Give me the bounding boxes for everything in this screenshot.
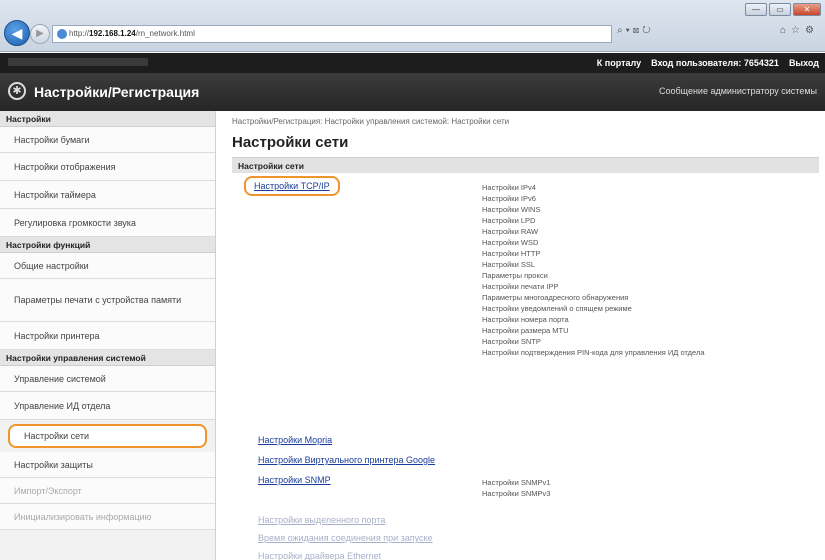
- snmp-settings-link[interactable]: Настройки SNMP: [258, 475, 331, 485]
- list-item: Настройки WINS: [482, 205, 541, 214]
- sidebar-item-system-management[interactable]: Управление системой: [0, 366, 215, 392]
- back-arrow-icon[interactable]: ◀: [4, 20, 30, 46]
- sidebar: Настройки Настройки бумаги Настройки ото…: [0, 111, 216, 560]
- list-item: Настройки печати IPP: [482, 282, 559, 291]
- sidebar-group-settings: Настройки: [0, 111, 215, 127]
- list-item: Параметры прокси: [482, 271, 548, 280]
- address-tools[interactable]: ⌕▾⊠↻: [617, 25, 654, 36]
- list-item: Параметры многоадресного обнаружения: [482, 293, 629, 302]
- forward-arrow-icon[interactable]: ▶: [30, 24, 50, 44]
- globe-icon: [57, 29, 67, 39]
- ethernet-driver-link[interactable]: Настройки драйвера Ethernet: [258, 551, 381, 560]
- list-item: Настройки SNMPv1: [482, 478, 551, 487]
- list-item: Настройки уведомлений о спящем режиме: [482, 304, 632, 313]
- tcpip-settings-link[interactable]: Настройки TCP/IP: [244, 176, 340, 196]
- list-item: Настройки подтверждения PIN-кода для упр…: [482, 348, 705, 357]
- app-top-bar: К порталу Вход пользователя: 7654321 Вых…: [0, 53, 825, 73]
- sidebar-item-network[interactable]: Настройки сети: [8, 424, 207, 448]
- sidebar-item-memory-print[interactable]: Параметры печати с устройства памяти: [0, 279, 215, 322]
- list-item: Настройки номера порта: [482, 315, 569, 324]
- window-controls: — ▭ ✕: [745, 3, 821, 16]
- page-title: Настройки сети: [232, 134, 349, 151]
- list-item: Настройки WSD: [482, 238, 539, 247]
- minimize-button[interactable]: —: [745, 3, 767, 16]
- list-item: Настройки IPv6: [482, 194, 536, 203]
- sidebar-item-display[interactable]: Настройки отображения: [0, 153, 215, 181]
- google-cloud-print-link[interactable]: Настройки Виртуального принтера Google: [258, 455, 435, 465]
- mopria-settings-link[interactable]: Настройки Mopria: [258, 435, 332, 445]
- main-content: Настройки/Регистрация: Настройки управле…: [216, 111, 825, 560]
- admin-message-link[interactable]: Сообщение администратору системы: [659, 86, 817, 96]
- app-title: Настройки/Регистрация: [34, 84, 200, 100]
- maximize-button[interactable]: ▭: [769, 3, 791, 16]
- device-name-blurred: [8, 58, 148, 66]
- list-item: Настройки HTTP: [482, 249, 541, 258]
- url-host: 192.168.1.24: [89, 29, 136, 38]
- address-bar[interactable]: http://192.168.1.24/rn_network.html: [52, 25, 612, 43]
- section-header: Настройки сети: [232, 157, 819, 173]
- list-item: Настройки размера MTU: [482, 326, 569, 335]
- sidebar-item-timer[interactable]: Настройки таймера: [0, 181, 215, 209]
- sidebar-item-common[interactable]: Общие настройки: [0, 253, 215, 279]
- sidebar-item-import-export[interactable]: Импорт/Экспорт: [0, 478, 215, 504]
- sidebar-item-paper[interactable]: Настройки бумаги: [0, 127, 215, 153]
- dedicated-port-link[interactable]: Настройки выделенного порта: [258, 515, 385, 525]
- browser-chrome: — ▭ ✕ ◀ ▶ http://192.168.1.24/rn_network…: [0, 0, 825, 52]
- list-item: Настройки LPD: [482, 216, 536, 225]
- sidebar-item-volume[interactable]: Регулировка громкости звука: [0, 209, 215, 237]
- settings-gear-icon: ✱: [8, 82, 26, 100]
- startup-wait-link[interactable]: Время ожидания соединения при запуске: [258, 533, 433, 543]
- app-title-bar: ✱ Настройки/Регистрация Сообщение админи…: [0, 73, 825, 111]
- list-item: Настройки IPv4: [482, 183, 536, 192]
- url-path: /rn_network.html: [135, 29, 195, 38]
- list-item: Настройки SNMPv3: [482, 489, 551, 498]
- user-label: Вход пользователя: 7654321: [651, 58, 779, 68]
- snmp-subitems: Настройки SNMPv1 Настройки SNMPv3: [482, 477, 550, 499]
- sidebar-item-initialize[interactable]: Инициализировать информацию: [0, 504, 215, 530]
- tcpip-subitems: Настройки IPv4 Настройки IPv6 Настройки …: [482, 182, 705, 358]
- breadcrumb: Настройки/Регистрация: Настройки управле…: [232, 117, 510, 126]
- sidebar-item-printer[interactable]: Настройки принтера: [0, 322, 215, 350]
- sidebar-group-functions: Настройки функций: [0, 237, 215, 253]
- url-prefix: http://: [69, 29, 90, 38]
- list-item: Настройки SSL: [482, 260, 536, 269]
- close-button[interactable]: ✕: [793, 3, 821, 16]
- sidebar-item-security[interactable]: Настройки защиты: [0, 452, 215, 478]
- logout-link[interactable]: Выход: [789, 58, 819, 68]
- sidebar-group-system: Настройки управления системой: [0, 350, 215, 366]
- list-item: Настройки SNTP: [482, 337, 541, 346]
- sidebar-item-dept-id[interactable]: Управление ИД отдела: [0, 392, 215, 420]
- portal-link[interactable]: К порталу: [597, 58, 641, 68]
- toolbar-icons[interactable]: ⌂☆⚙: [780, 25, 819, 36]
- list-item: Настройки RAW: [482, 227, 539, 236]
